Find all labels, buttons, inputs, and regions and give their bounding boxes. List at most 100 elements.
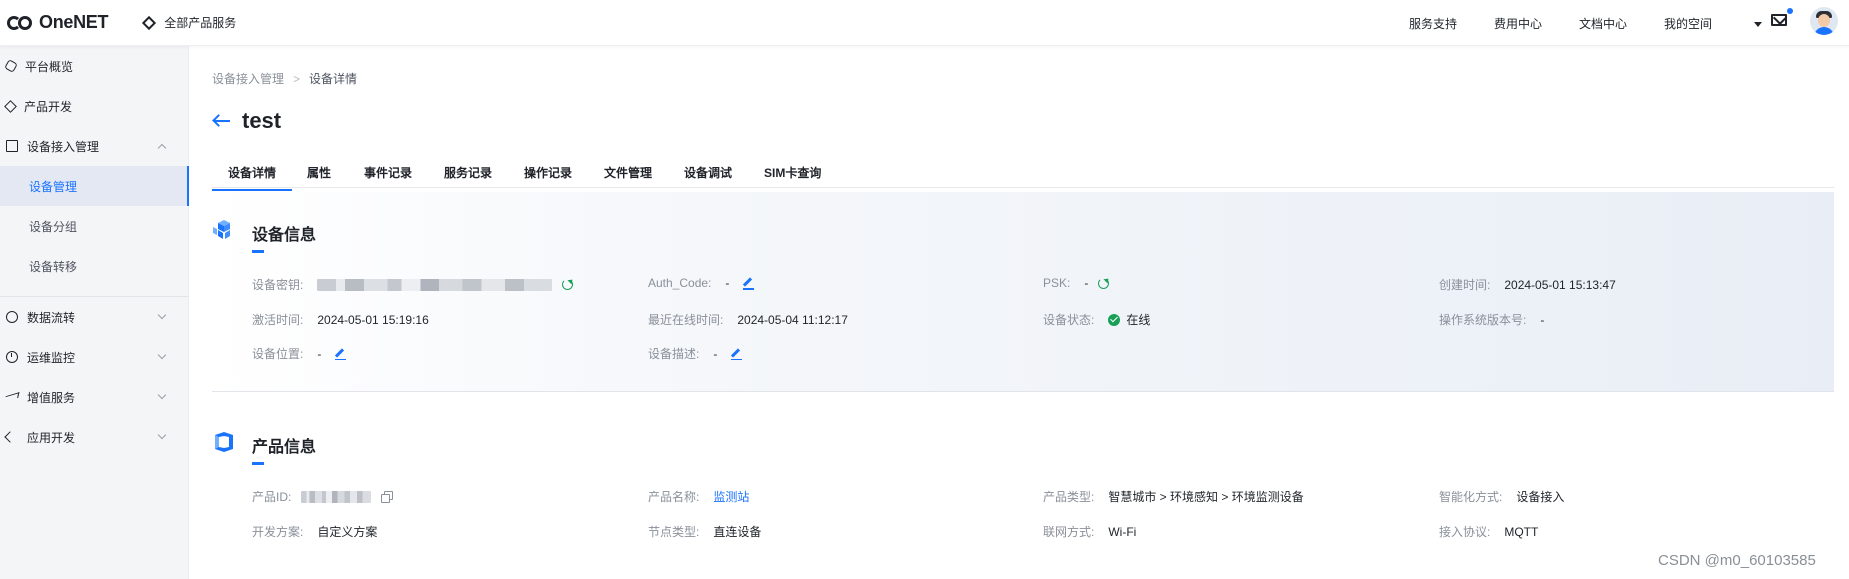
top-nav-billing[interactable]: 费用中心 [1494, 15, 1542, 32]
sidebar-item-data-flow[interactable]: 数据流转 [0, 297, 189, 337]
user-avatar[interactable] [1810, 7, 1838, 35]
refresh-icon[interactable] [1098, 277, 1110, 289]
field-value: MQTT [1504, 524, 1539, 539]
field-os-version: 操作系统版本号: - [1439, 311, 1544, 328]
field-label: 激活时间: [252, 313, 304, 327]
sidebar-item-label: 应用开发 [27, 430, 76, 445]
field-access-protocol: 接入协议: MQTT [1439, 523, 1538, 540]
tab-device-details[interactable]: 设备详情 [212, 164, 293, 191]
device-cubes-icon [213, 220, 230, 239]
data-flow-icon [6, 311, 18, 323]
edit-icon[interactable] [335, 349, 347, 360]
breadcrumb-parent[interactable]: 设备接入管理 [212, 72, 284, 86]
edit-icon[interactable] [743, 278, 755, 290]
refresh-icon[interactable] [562, 279, 574, 290]
field-node-type: 节点类型: 直连设备 [648, 523, 761, 540]
field-value: 智慧城市 > 环境感知 > 环境监测设备 [1108, 490, 1304, 504]
tab-event-records[interactable]: 事件记录 [364, 164, 412, 188]
title-row: test [212, 108, 281, 134]
tab-file-management[interactable]: 文件管理 [604, 164, 652, 188]
field-auth-code: Auth_Code: - [648, 276, 755, 290]
field-label: 产品名称: [648, 490, 700, 504]
tab-sim-query[interactable]: SIM卡查询 [764, 164, 821, 188]
field-label: 最近在线时间: [648, 313, 724, 327]
field-last-online: 最近在线时间: 2024-05-04 11:12:17 [648, 311, 848, 328]
copy-icon[interactable] [381, 491, 394, 503]
field-label: 设备密钥: [252, 278, 304, 292]
field-value: 自定义方案 [317, 525, 378, 539]
send-icon [6, 391, 18, 403]
field-value: 设备接入 [1516, 490, 1565, 504]
field-label: 联网方式: [1043, 525, 1095, 539]
field-product-id: 产品ID: [252, 488, 394, 505]
mail-icon[interactable] [1771, 14, 1787, 26]
field-value: - [725, 276, 730, 290]
field-value: - [1084, 276, 1089, 290]
field-label: 开发方案: [252, 525, 304, 539]
tab-bar: 设备详情 属性 事件记录 服务记录 操作记录 文件管理 设备调试 SIM卡查询 [212, 160, 1834, 191]
app-dev-icon [6, 431, 18, 443]
top-nav-my-space[interactable]: 我的空间 [1664, 15, 1763, 32]
sidebar-item-device-access[interactable]: 设备接入管理 [0, 126, 189, 166]
field-label: 节点类型: [648, 525, 700, 539]
top-bar: OneNET 全部产品服务 服务支持 费用中心 文档中心 我的空间 [0, 0, 1849, 46]
field-label: PSK: [1043, 276, 1071, 290]
sidebar-subitem-device-group[interactable]: 设备分组 [0, 206, 187, 246]
sidebar-item-label: 平台概览 [25, 59, 74, 74]
cube-icon [4, 99, 17, 113]
back-arrow-icon[interactable] [212, 114, 230, 128]
chevron-down-icon [157, 390, 167, 400]
sidebar-item-monitoring[interactable]: 运维监控 [0, 337, 189, 377]
chevron-down-icon [157, 430, 167, 440]
title-underline [252, 250, 264, 253]
sidebar: 平台概览 产品开发 设备接入管理 设备管理 设备分组 设备转移 数据流转 运维监… [0, 46, 189, 579]
sidebar-subitem-device-transfer[interactable]: 设备转移 [0, 246, 187, 286]
sidebar-subitem-device-management[interactable]: 设备管理 [0, 166, 189, 206]
sidebar-item-label: 增值服务 [27, 390, 76, 405]
top-nav-support[interactable]: 服务支持 [1409, 15, 1457, 32]
product-box-icon [215, 432, 233, 452]
sidebar-item-label: 数据流转 [27, 310, 76, 325]
field-network-mode: 联网方式: Wi-Fi [1043, 523, 1136, 540]
notification-dot [1787, 8, 1793, 14]
edit-icon[interactable] [731, 349, 743, 360]
redacted-secret-key [317, 278, 553, 291]
tab-properties[interactable]: 属性 [307, 164, 331, 188]
caret-down-icon [1754, 21, 1763, 27]
field-product-name: 产品名称: 监测站 [648, 488, 749, 505]
all-products-menu[interactable]: 全部产品服务 [142, 14, 236, 31]
field-value: 2024-05-04 11:12:17 [737, 312, 848, 327]
sidebar-item-value-added[interactable]: 增值服务 [0, 377, 189, 417]
device-info-title: 设备信息 [252, 227, 317, 244]
tab-service-records[interactable]: 服务记录 [444, 164, 492, 188]
product-name-link[interactable]: 监测站 [713, 488, 749, 505]
chevron-up-icon [157, 143, 167, 153]
status-value: 在线 [1126, 313, 1151, 327]
field-smart-mode: 智能化方式: 设备接入 [1439, 488, 1564, 505]
my-space-label: 我的空间 [1664, 16, 1713, 31]
sidebar-item-overview[interactable]: 平台概览 [0, 46, 189, 86]
top-nav: 服务支持 费用中心 文档中心 我的空间 [1409, 0, 1799, 46]
field-value: 直连设备 [713, 525, 762, 539]
breadcrumb-separator: > [293, 72, 301, 86]
device-info-section: 设备信息 设备密钥: Auth_Code: - PSK: - 创建时间: 202… [212, 192, 1834, 392]
field-device-description: 设备描述: - [648, 345, 743, 362]
device-link-icon [6, 140, 18, 152]
sidebar-item-app-dev[interactable]: 应用开发 [0, 417, 189, 457]
onenet-logo[interactable]: OneNET [7, 12, 109, 33]
field-created-time: 创建时间: 2024-05-01 15:13:47 [1439, 276, 1616, 293]
sidebar-item-product-dev[interactable]: 产品开发 [0, 86, 189, 126]
field-value: Wi-Fi [1108, 524, 1137, 539]
overview-icon [4, 59, 18, 73]
tab-operation-records[interactable]: 操作记录 [524, 164, 572, 188]
chevron-down-icon [157, 350, 167, 360]
field-label: 创建时间: [1439, 278, 1491, 292]
redacted-product-id [301, 490, 372, 503]
field-value: - [713, 346, 718, 361]
field-label: 设备描述: [648, 347, 700, 361]
online-check-icon [1108, 313, 1121, 326]
top-nav-docs[interactable]: 文档中心 [1579, 15, 1627, 32]
field-label: 产品ID: [252, 490, 292, 504]
tab-device-debug[interactable]: 设备调试 [684, 164, 732, 188]
field-dev-plan: 开发方案: 自定义方案 [252, 523, 377, 540]
